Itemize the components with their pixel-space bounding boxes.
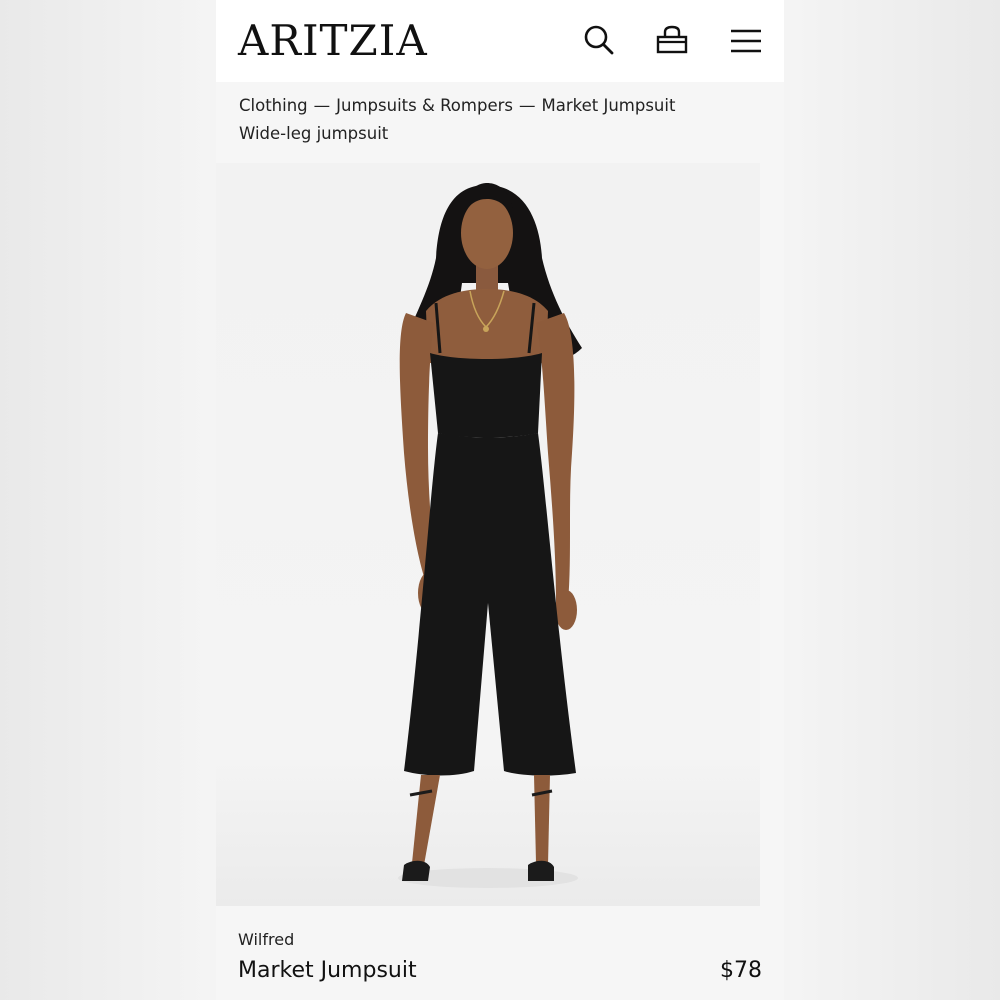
top-navigation-bar: ARITZIA xyxy=(216,0,784,82)
product-subtitle: Wide-leg jumpsuit xyxy=(239,124,389,143)
menu-button[interactable] xyxy=(728,22,764,58)
brand-logo[interactable]: ARITZIA xyxy=(238,16,428,66)
product-name: Market Jumpsuit xyxy=(238,958,417,983)
product-brand[interactable]: Wilfred xyxy=(238,930,294,949)
search-button[interactable] xyxy=(581,22,617,58)
product-image[interactable] xyxy=(216,163,760,906)
breadcrumb-item-jumpsuits-rompers[interactable]: Jumpsuits & Rompers xyxy=(336,96,513,115)
hamburger-menu-icon xyxy=(731,29,761,53)
breadcrumb-trail: Clothing — Jumpsuits & Rompers — Market Jump… xyxy=(239,94,769,118)
shopping-bag-icon xyxy=(656,25,688,54)
breadcrumb-separator: — xyxy=(313,96,331,115)
search-icon xyxy=(584,25,614,55)
breadcrumb-separator: — xyxy=(518,96,536,115)
model-wearing-jumpsuit-illustration xyxy=(398,183,582,888)
breadcrumb-item-clothing[interactable]: Clothing xyxy=(239,96,308,115)
breadcrumb: Clothing — Jumpsuits & Rompers — Market Jump… xyxy=(239,94,769,146)
product-info: Wilfred Market Jumpsuit $78 xyxy=(216,906,784,1000)
breadcrumb-item-market-jumpsuit[interactable]: Market Jumpsuit xyxy=(541,96,675,115)
shopping-bag-button[interactable] xyxy=(654,22,690,58)
product-price: $78 xyxy=(720,958,762,983)
phone-screen: ARITZIA Clothing — Jumpsuits & Rompers —… xyxy=(216,0,784,1000)
